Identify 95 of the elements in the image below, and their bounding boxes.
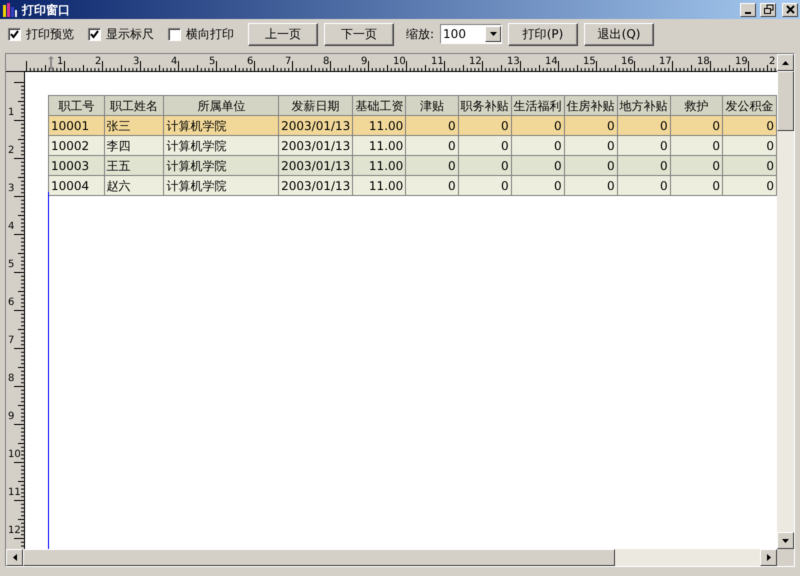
ruler-number: 9 — [8, 412, 14, 422]
table-cell: 10004 — [48, 176, 104, 196]
ruler-number: 15 — [583, 57, 596, 67]
ruler-number: 17 — [659, 57, 672, 67]
column-header: 职务补贴 — [458, 96, 512, 116]
table-cell: 0 — [722, 176, 776, 196]
column-header: 所属单位 — [164, 96, 279, 116]
table-cell: 0 — [564, 176, 618, 196]
horizontal-scrollbar[interactable] — [6, 549, 794, 566]
margin-handle-icon — [47, 56, 55, 70]
table-row[interactable]: 10004 赵六 计算机学院 2003/01/13 11.00 0 0 0 0 0 0 0 — [48, 176, 776, 196]
column-header: 救护 — [670, 96, 722, 116]
table-row[interactable]: 10002 李四 计算机学院 2003/01/13 11.00 0 0 0 0 0 0 0 — [48, 136, 776, 156]
ruler-number: 2 — [95, 57, 102, 67]
ruler-number: 8 — [8, 374, 14, 384]
checkbox-label[interactable]: 打印预览 — [26, 25, 74, 43]
page-button[interactable]: 下一页 — [324, 22, 394, 46]
close-button[interactable] — [782, 2, 798, 16]
ruler-number: 10 — [8, 450, 21, 460]
ruler-number: 18 — [697, 57, 710, 67]
column-header: 生活福利 — [511, 96, 564, 116]
scrollbar-thumb[interactable] — [777, 71, 794, 131]
table-cell: 0 — [458, 176, 512, 196]
ruler-number: 9 — [361, 57, 368, 67]
scroll-down-button[interactable] — [777, 532, 794, 549]
ruler-number: 12 — [8, 526, 21, 536]
ruler-number: 14 — [545, 57, 558, 67]
checkbox-label[interactable]: 显示标尺 — [106, 25, 154, 43]
column-header: 职工号 — [48, 96, 104, 116]
ruler-number: 4 — [171, 57, 178, 67]
page-button[interactable]: 上一页 — [248, 22, 318, 46]
table-cell: 0 — [511, 176, 564, 196]
up-arrow-icon — [782, 60, 789, 64]
ruler-number: 5 — [209, 57, 216, 67]
ruler-number: 16 — [621, 57, 634, 67]
checkbox[interactable] — [88, 28, 101, 40]
scroll-right-button[interactable] — [760, 549, 777, 566]
column-header: 住房补贴 — [564, 96, 618, 116]
ruler-number: 7 — [8, 336, 14, 346]
column-header: 发公积金 — [722, 96, 776, 116]
checkbox-label[interactable]: 横向打印 — [186, 25, 234, 43]
table-cell: 0 — [670, 176, 722, 196]
table-cell: 计算机学院 — [164, 176, 279, 196]
ruler-number: 13 — [507, 57, 520, 67]
vertical-scrollbar[interactable] — [777, 54, 794, 549]
ruler-number: 6 — [247, 57, 254, 67]
ruler-number: 11 — [8, 488, 21, 498]
ruler-number: 6 — [8, 298, 14, 308]
exit-button[interactable]: 退出(Q) — [584, 22, 654, 46]
ruler-number: 1 — [57, 57, 64, 67]
close-icon — [784, 4, 796, 15]
table-row[interactable]: 10001 张三 计算机学院 2003/01/13 11.00 0 0 0 0 0 0 0 — [48, 116, 776, 136]
column-header: 基础工资 — [352, 96, 406, 116]
left-arrow-icon — [12, 554, 16, 561]
checkbox[interactable] — [168, 28, 181, 40]
ruler-number: 10 — [393, 57, 406, 67]
scrollbar-thumb[interactable] — [23, 549, 615, 566]
scroll-left-button[interactable] — [6, 549, 23, 566]
checkbox[interactable] — [8, 28, 21, 40]
caret-icon — [490, 32, 497, 36]
ruler-number: 2 — [8, 146, 14, 156]
column-header: 发薪日期 — [278, 96, 353, 116]
ruler-number: 5 — [8, 260, 14, 270]
minimize-button[interactable] — [740, 2, 756, 16]
scrollbar-corner — [777, 549, 794, 566]
ruler-number: 8 — [323, 57, 330, 67]
zoom-label: 缩放: — [406, 26, 434, 43]
ruler-number: 2 — [769, 57, 776, 67]
ruler-number: 3 — [133, 57, 140, 67]
table-row[interactable]: 10003 王五 计算机学院 2003/01/13 11.00 0 0 0 0 0 0 0 — [48, 156, 776, 176]
window-title: 打印窗口 — [22, 2, 70, 18]
column-header: 地方补贴 — [617, 96, 670, 116]
ruler-number: 12 — [469, 57, 482, 67]
restore-button[interactable] — [760, 2, 776, 16]
table-cell: 2003/01/13 — [278, 176, 353, 196]
ruler-number: 7 — [285, 57, 292, 67]
ruler-number: 4 — [8, 222, 14, 232]
ruler-number: 1 — [8, 108, 14, 118]
table-cell: 赵六 — [104, 176, 164, 196]
restore-icon — [762, 4, 774, 15]
zoom-dropdown[interactable]: 100 — [440, 24, 502, 44]
column-header: 职工姓名 — [104, 96, 164, 116]
table-cell: 11.00 — [352, 176, 406, 196]
right-arrow-icon — [766, 554, 770, 561]
printer-app-icon — [2, 2, 18, 18]
ruler-number: 11 — [431, 57, 444, 67]
down-arrow-icon — [782, 538, 789, 542]
ruler-number: 3 — [8, 184, 14, 194]
scroll-up-button[interactable] — [777, 54, 794, 71]
print-button[interactable]: 打印(P) — [508, 22, 578, 46]
table-cell: 0 — [617, 176, 670, 196]
ruler-number: 19 — [735, 57, 748, 67]
column-header: 津贴 — [406, 96, 458, 116]
table-cell: 0 — [406, 176, 458, 196]
minimize-icon — [745, 12, 751, 14]
